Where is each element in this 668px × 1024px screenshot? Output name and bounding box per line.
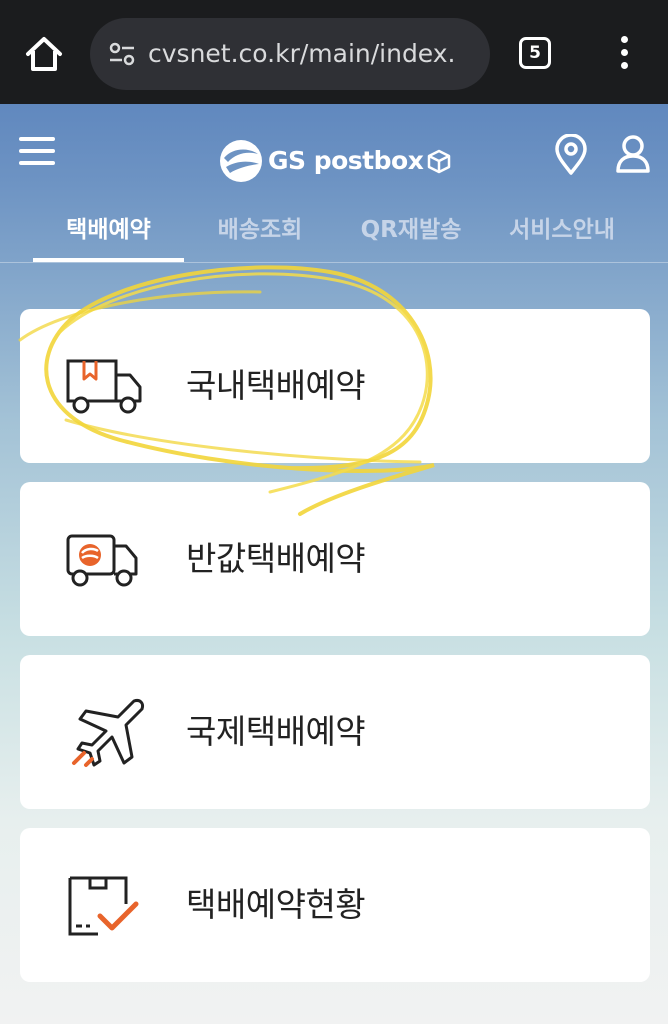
delivery-truck-icon	[64, 349, 148, 423]
logo-text: GS postbox	[268, 146, 424, 175]
card-label: 택배예약현황	[186, 885, 366, 924]
tune-icon[interactable]	[108, 42, 136, 66]
half-price-parcel-card[interactable]: 반값택배예약	[20, 482, 650, 636]
reservation-status-card[interactable]: 택배예약현황	[20, 828, 650, 982]
url-text[interactable]: cvsnet.co.kr/main/index.	[148, 38, 478, 70]
tab-tracking[interactable]: 배송조회	[190, 212, 330, 248]
half-price-truck-icon	[64, 522, 148, 596]
gs-postbox-logo[interactable]: GS postbox	[218, 138, 454, 184]
box-logo-icon	[426, 148, 452, 174]
hamburger-icon[interactable]	[19, 137, 55, 167]
card-label: 국제택배예약	[186, 712, 366, 751]
tab-service-info[interactable]: 서비스안내	[492, 212, 632, 248]
user-icon[interactable]	[614, 134, 652, 174]
card-label: 반값택배예약	[186, 539, 366, 578]
airplane-icon	[64, 695, 148, 769]
domestic-parcel-card[interactable]: 국내택배예약	[20, 309, 650, 463]
home-icon[interactable]	[22, 32, 66, 76]
card-label: 국내택배예약	[186, 366, 366, 405]
tab-switcher-button[interactable]: 5	[519, 37, 551, 69]
browser-toolbar: cvsnet.co.kr/main/index. 5	[0, 0, 668, 104]
address-bar[interactable]: cvsnet.co.kr/main/index.	[90, 18, 490, 90]
tab-qr-resend[interactable]: QR재발송	[340, 212, 482, 248]
main-nav: 택배예약 배송조회 QR재발송 서비스안내	[0, 196, 668, 264]
box-checklist-icon	[64, 868, 148, 942]
tab-parcel-reservation[interactable]: 택배예약	[33, 212, 184, 248]
international-parcel-card[interactable]: 국제택배예약	[20, 655, 650, 809]
gs-logo-icon	[218, 138, 264, 184]
map-pin-icon[interactable]	[553, 133, 589, 176]
more-vert-icon[interactable]	[612, 32, 636, 74]
nav-divider	[0, 262, 668, 263]
